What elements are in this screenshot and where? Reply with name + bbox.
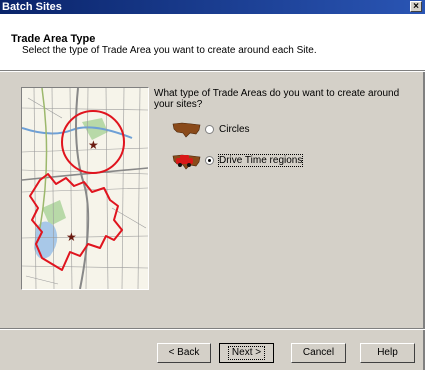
back-button[interactable]: < Back [157,343,211,363]
window-title: Batch Sites [2,1,62,13]
site-star-icon: ★ [88,138,99,152]
header-panel: Trade Area Type Select the type of Trade… [0,14,425,71]
next-button[interactable]: Next > [219,343,274,363]
next-button-label: Next > [227,346,266,360]
footer-divider-highlight [0,329,425,330]
drive-time-label[interactable]: Drive Time regions [217,154,304,167]
close-button[interactable]: × [410,1,422,12]
page-title: Trade Area Type [11,33,96,45]
question-text: What type of Trade Areas do you want to … [154,88,400,110]
circles-label[interactable]: Circles [219,124,250,135]
cancel-button[interactable]: Cancel [291,343,346,363]
car-map-icon [172,154,201,170]
circles-radio[interactable] [205,125,214,134]
trade-area-map-illustration: ★ ★ [21,87,149,290]
header-divider [0,71,425,72]
batch-sites-dialog: Batch Sites × Trade Area Type Select the… [0,0,425,370]
map-image: ★ ★ [22,88,148,289]
usa-map-icon [172,122,201,138]
title-bar[interactable]: Batch Sites × [0,0,425,14]
drive-time-radio[interactable] [205,156,214,165]
site-star-icon: ★ [66,230,77,244]
page-subtitle: Select the type of Trade Area you want t… [22,45,317,56]
help-button[interactable]: Help [360,343,415,363]
